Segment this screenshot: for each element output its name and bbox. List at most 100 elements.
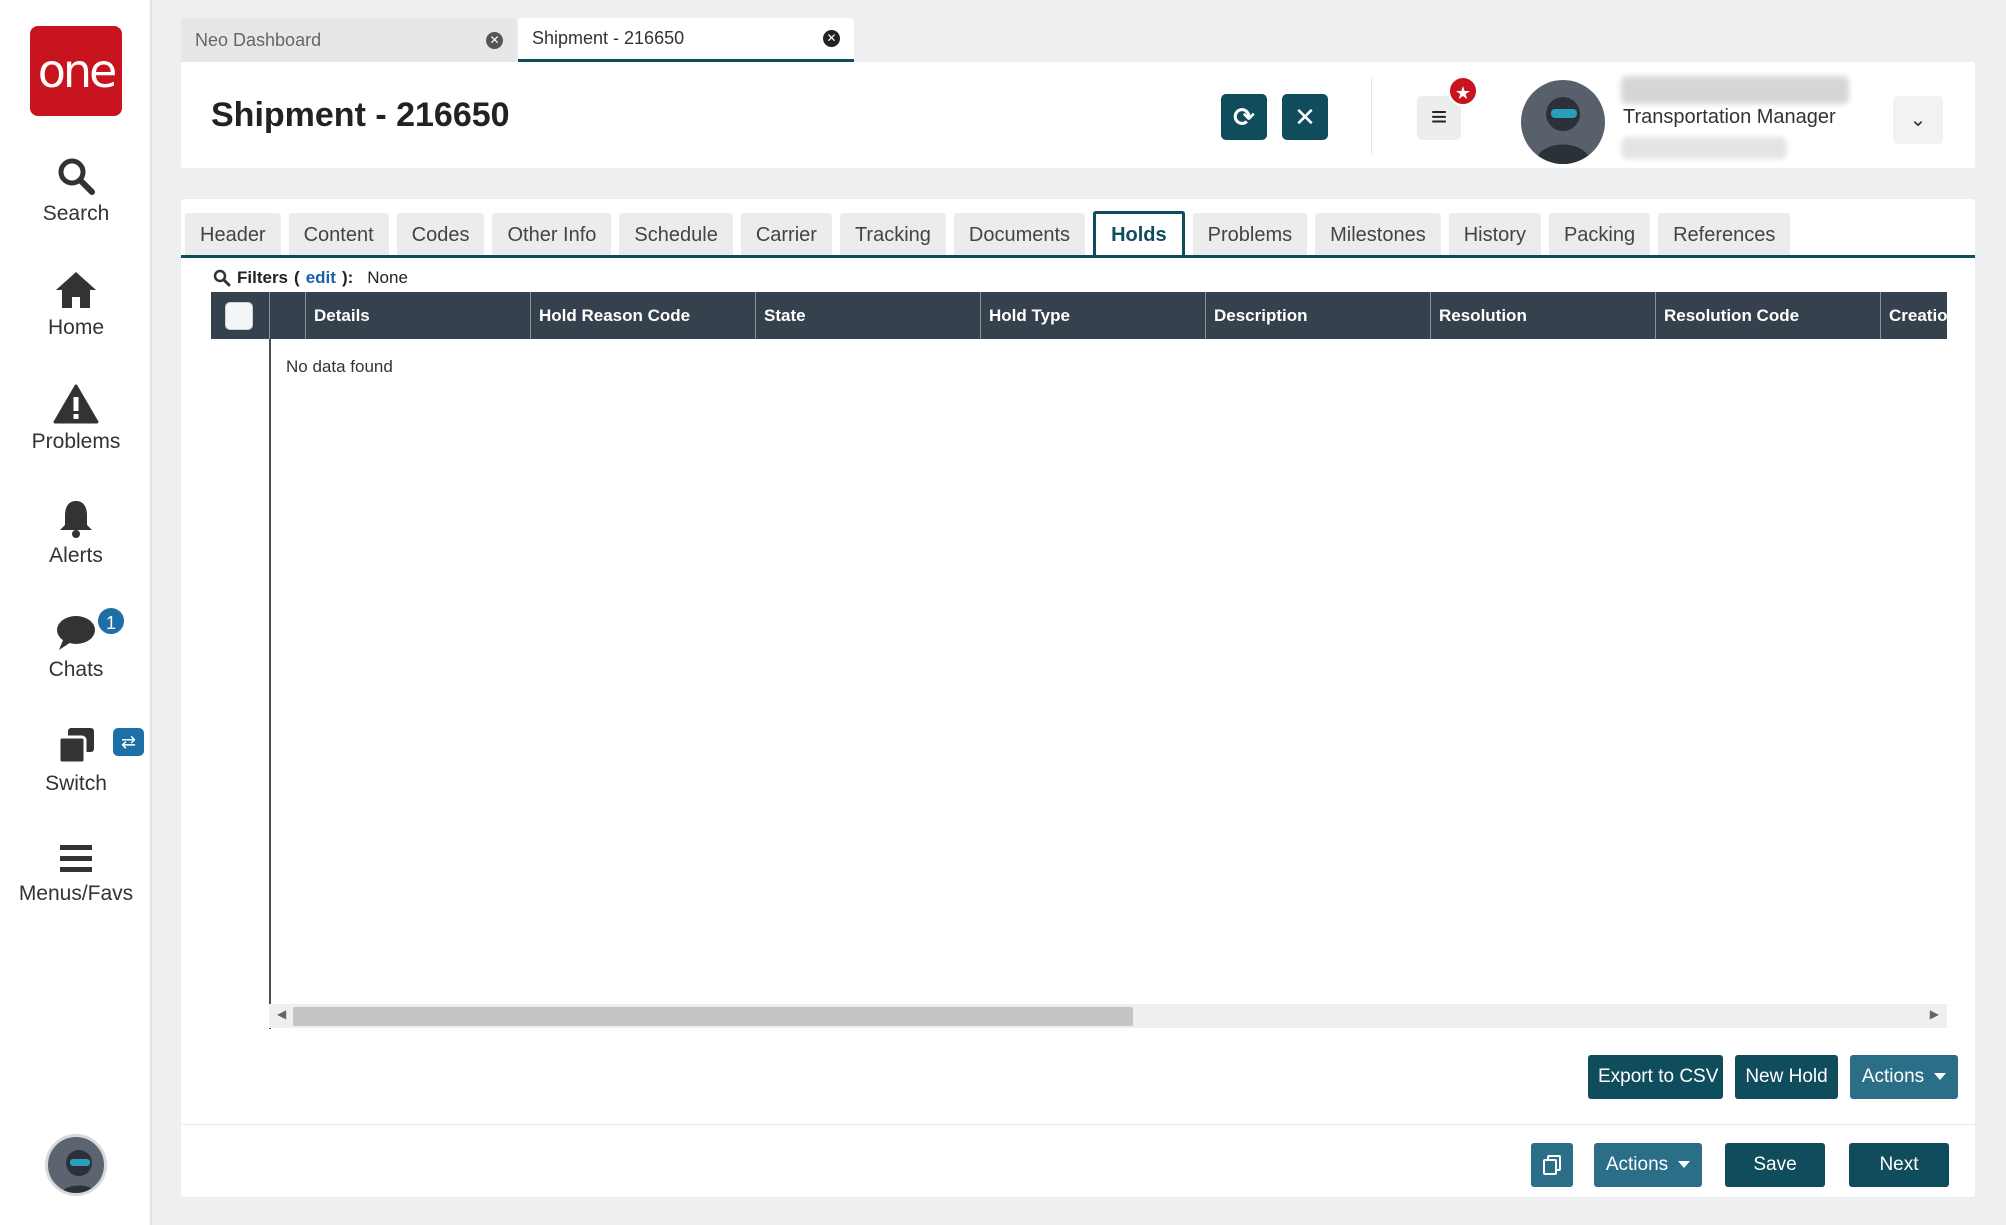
page-title: Shipment - 216650: [211, 96, 510, 134]
copy-icon: [1543, 1155, 1561, 1175]
scroll-left-icon[interactable]: ◀: [277, 1007, 286, 1021]
user-menu-button[interactable]: ⌄: [1893, 96, 1943, 144]
switch-icon: [57, 728, 94, 765]
export-csv-button[interactable]: Export to CSV: [1588, 1055, 1723, 1099]
new-hold-button[interactable]: New Hold: [1735, 1055, 1838, 1099]
warning-icon: [53, 384, 99, 424]
sidebar-item-search[interactable]: Search: [0, 156, 152, 226]
close-icon[interactable]: ✕: [486, 31, 503, 49]
chevron-down-icon: ⌄: [1909, 109, 1927, 131]
column-resolution[interactable]: Resolution: [1430, 292, 1655, 339]
grid-actions-label: Actions: [1861, 1066, 1925, 1087]
tab-content[interactable]: Content: [288, 213, 389, 255]
sidebar-item-switch[interactable]: Switch ⇄: [0, 726, 152, 796]
tab-history[interactable]: History: [1448, 213, 1541, 255]
tab-other-info[interactable]: Other Info: [492, 213, 612, 255]
tab-header[interactable]: Header: [185, 213, 281, 255]
filters-label: Filters: [237, 268, 289, 287]
tab-problems[interactable]: Problems: [1192, 213, 1308, 255]
tab-references[interactable]: References: [1658, 213, 1791, 255]
footer-divider: [181, 1124, 1975, 1125]
grid-header: Details Hold Reason Code State Hold Type…: [211, 292, 1947, 339]
refresh-button[interactable]: ⟳: [1221, 94, 1267, 140]
sidebar-item-problems[interactable]: Problems: [0, 384, 152, 454]
column-spacer: [269, 292, 305, 339]
tab-schedule[interactable]: Schedule: [619, 213, 733, 255]
scrollbar-thumb[interactable]: [293, 1007, 1133, 1026]
sidebar-label-home: Home: [47, 316, 105, 339]
content-card: Header Content Codes Other Info Schedule…: [181, 199, 1975, 1197]
switch-arrows-icon[interactable]: ⇄: [113, 728, 144, 756]
filters-edit-link[interactable]: edit: [306, 268, 336, 288]
sidebar-item-chats[interactable]: Chats 1: [0, 606, 152, 682]
column-hold-reason-code[interactable]: Hold Reason Code: [530, 292, 755, 339]
tab-carrier[interactable]: Carrier: [740, 213, 832, 255]
user-avatar-small[interactable]: [45, 1134, 107, 1196]
tab-codes[interactable]: Codes: [396, 213, 485, 255]
tab-packing[interactable]: Packing: [1548, 213, 1651, 255]
doc-tab-label: Shipment - 216650: [532, 28, 685, 48]
home-icon: [56, 272, 96, 308]
sidebar-item-alerts[interactable]: Alerts: [0, 498, 152, 568]
close-icon: ✕: [1294, 102, 1316, 132]
column-creation[interactable]: Creation: [1880, 292, 1947, 339]
page-header: Shipment - 216650 ⟳ ✕ ≡ ★ Transportation…: [181, 62, 1975, 168]
tab-tracking[interactable]: Tracking: [839, 213, 946, 255]
filters-bar: Filters(edit): None: [213, 268, 408, 288]
logo-text: one: [37, 44, 118, 98]
sidebar-label-switch: Switch: [45, 772, 107, 795]
close-page-button[interactable]: ✕: [1282, 94, 1328, 140]
divider: [1371, 78, 1372, 154]
tab-milestones[interactable]: Milestones: [1315, 213, 1441, 255]
save-button[interactable]: Save: [1725, 1143, 1825, 1187]
refresh-icon: ⟳: [1233, 102, 1255, 132]
sidebar-label-menus-favs: Menus/Favs: [18, 882, 134, 905]
tab-holds[interactable]: Holds: [1093, 211, 1185, 257]
doc-tab-neo-dashboard[interactable]: Neo Dashboard ✕: [181, 18, 517, 62]
doc-tab-shipment[interactable]: Shipment - 216650 ✕: [518, 18, 854, 62]
grid-divider: [269, 339, 271, 1029]
footer-actions-button[interactable]: Actions: [1594, 1143, 1702, 1187]
column-description[interactable]: Description: [1205, 292, 1430, 339]
copy-button[interactable]: [1531, 1143, 1573, 1187]
tab-underline: [181, 255, 1975, 258]
column-details[interactable]: Details: [305, 292, 530, 339]
search-icon: [58, 158, 95, 195]
menu-icon: ≡: [1430, 101, 1448, 132]
user-name-redacted: [1621, 76, 1849, 104]
logo[interactable]: one: [30, 26, 122, 116]
caret-down-icon: [1678, 1161, 1691, 1169]
sidebar-label-chats: Chats: [48, 658, 104, 681]
close-icon[interactable]: ✕: [823, 30, 840, 47]
favorite-star-icon[interactable]: ★: [1448, 76, 1478, 106]
sidebar-label-problems: Problems: [31, 430, 121, 453]
tab-documents[interactable]: Documents: [953, 213, 1086, 255]
horizontal-scrollbar[interactable]: ◀ ▶: [269, 1004, 1947, 1028]
user-role: Transportation Manager: [1623, 106, 1836, 128]
empty-message: No data found: [286, 357, 393, 376]
next-button[interactable]: Next: [1849, 1143, 1949, 1187]
filters-value: None: [367, 268, 408, 287]
sidebar-item-menus-favs[interactable]: Menus/Favs: [0, 842, 152, 906]
footer-actions-label: Actions: [1605, 1154, 1669, 1175]
tab-bar: Header Content Codes Other Info Schedule…: [185, 211, 1791, 257]
sidebar-item-home[interactable]: Home: [0, 270, 152, 340]
avatar-image: [60, 1150, 98, 1193]
bell-icon: [60, 501, 92, 538]
search-icon: [213, 269, 231, 287]
user-org-redacted: [1621, 137, 1787, 159]
user-avatar[interactable]: [1521, 80, 1605, 164]
sidebar-label-search: Search: [42, 202, 110, 225]
select-all-checkbox[interactable]: [225, 302, 253, 330]
chat-icon: [57, 616, 95, 650]
doc-tab-label: Neo Dashboard: [195, 29, 322, 50]
scroll-right-icon[interactable]: ▶: [1930, 1007, 1939, 1021]
avatar-image: [1535, 97, 1591, 164]
caret-down-icon: [1934, 1073, 1947, 1081]
column-resolution-code[interactable]: Resolution Code: [1655, 292, 1880, 339]
column-state[interactable]: State: [755, 292, 980, 339]
hamburger-icon: [60, 845, 92, 872]
chat-count-badge: 1: [96, 606, 126, 636]
grid-actions-button[interactable]: Actions: [1850, 1055, 1958, 1099]
column-hold-type[interactable]: Hold Type: [980, 292, 1205, 339]
